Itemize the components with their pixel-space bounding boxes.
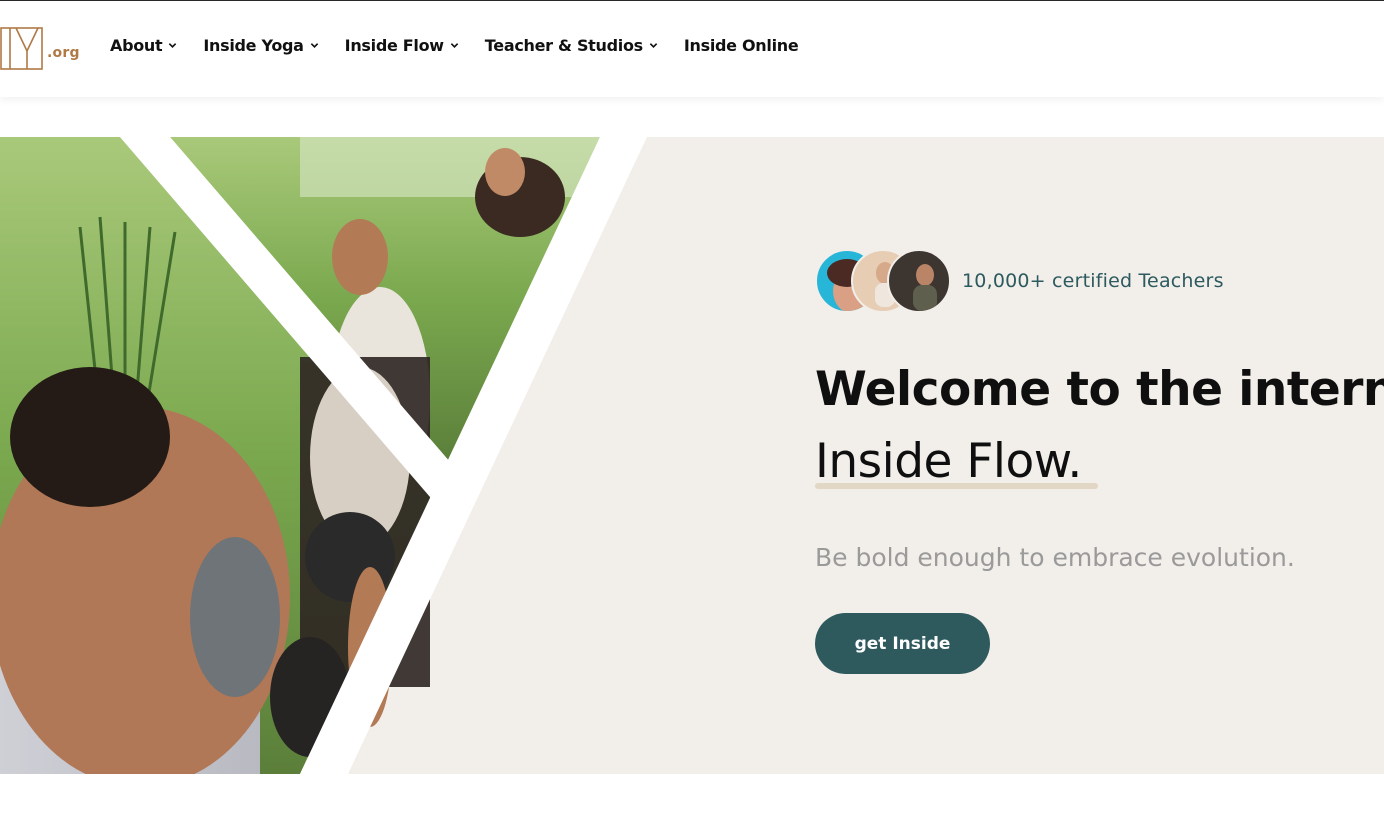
chevron-down-icon [169,43,177,48]
nav-item-label: Teacher & Studios [484,36,643,55]
avatar [887,249,951,313]
chevron-down-icon [450,43,459,48]
nav-item-label: Inside Yoga [203,36,304,55]
hero-yoga-class-image [0,137,647,774]
chevron-down-icon [310,43,318,48]
site-header: .org About Inside Yoga Inside Flow Teach… [0,1,1384,97]
site-logo[interactable]: .org [0,27,80,70]
nav-item-about[interactable]: About [110,36,177,55]
iy-monogram-icon [0,27,43,70]
nav-item-label: Inside Flow [344,36,444,55]
nav-item-label: About [110,36,163,55]
nav-item-label: Inside Online [683,36,799,55]
logo-org-text: .org [47,45,80,61]
main-nav: About Inside Yoga Inside Flow Teacher & … [110,36,824,55]
subheadline-underline [815,483,1098,489]
hero-tagline: Be bold enough to embrace evolution. [815,543,1295,572]
nav-item-inside-yoga[interactable]: Inside Yoga [203,36,318,55]
chevron-down-icon [649,43,658,48]
nav-item-teacher-studios[interactable]: Teacher & Studios [485,36,658,55]
teacher-avatars [815,249,951,315]
hero-headline: Welcome to the interna [815,362,1384,417]
get-inside-button[interactable]: get Inside [815,613,990,674]
nav-item-inside-flow[interactable]: Inside Flow [345,36,459,55]
hero-subheadline: Inside Flow. [815,434,1082,489]
nav-item-inside-online[interactable]: Inside Online [684,36,799,55]
certified-teachers-count: 10,000+ certified Teachers [962,270,1224,292]
